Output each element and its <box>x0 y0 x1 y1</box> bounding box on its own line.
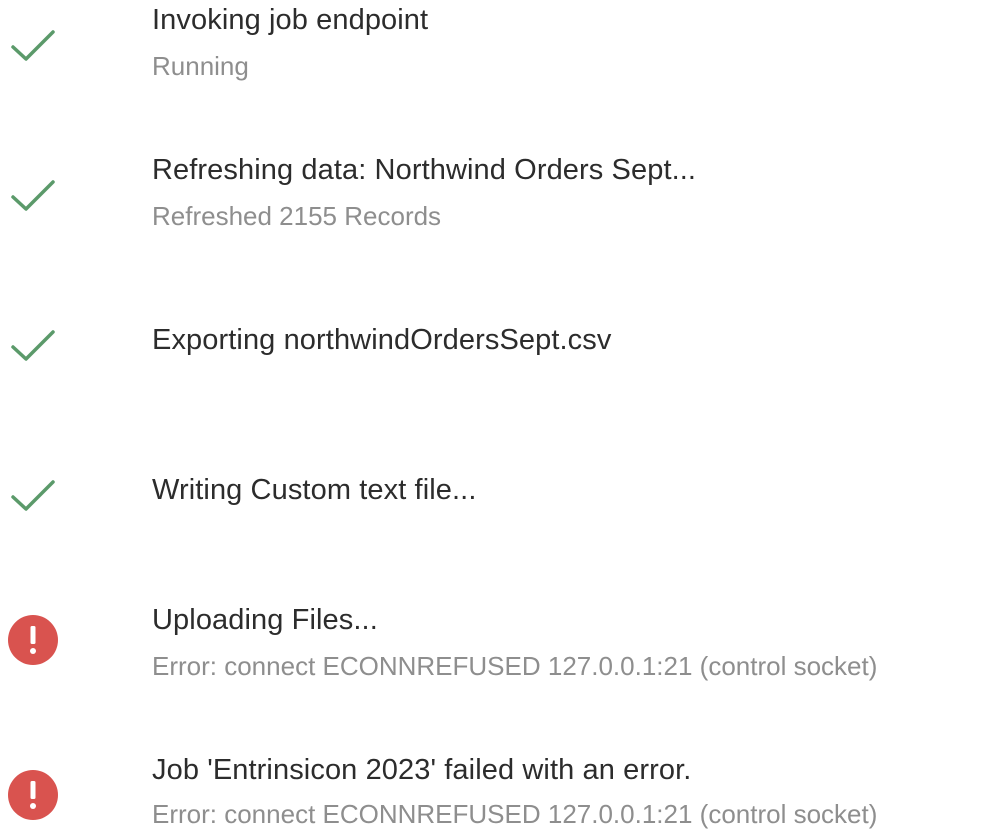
checkmark-icon <box>8 470 58 520</box>
step-title: Uploading Files... <box>152 604 378 636</box>
checkmark-icon <box>8 20 58 70</box>
step-title: Writing Custom text file... <box>152 474 477 506</box>
error-alert-icon <box>8 770 58 820</box>
step-title: Job 'Entrinsicon 2023' failed with an er… <box>152 754 692 786</box>
step-title: Exporting northwindOrdersSept.csv <box>152 324 612 356</box>
error-alert-icon <box>8 615 58 665</box>
step-title: Refreshing data: Northwind Orders Sept..… <box>152 154 697 186</box>
step-error-message: Error: connect ECONNREFUSED 127.0.0.1:21… <box>152 651 878 681</box>
checkmark-icon <box>8 320 58 370</box>
step-title: Invoking job endpoint <box>152 4 429 36</box>
step-subtitle: Running <box>152 51 249 81</box>
step-subtitle: Refreshed 2155 Records <box>152 201 442 231</box>
step-error-message: Error: connect ECONNREFUSED 127.0.0.1:21… <box>152 799 878 829</box>
checkmark-icon <box>8 170 58 220</box>
